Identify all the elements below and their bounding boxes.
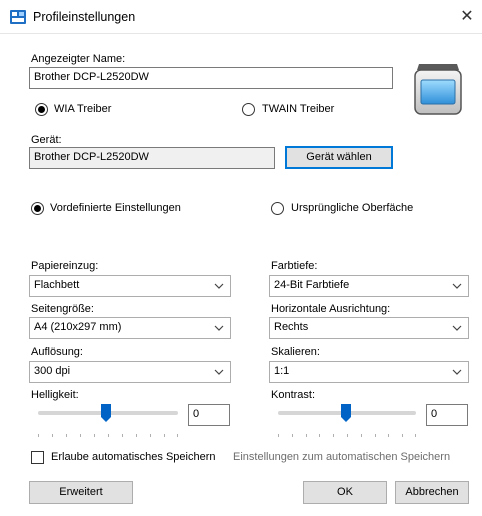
original-interface-radio[interactable] (271, 202, 284, 215)
color-depth-label: Farbtiefe: (271, 260, 318, 272)
wia-driver-label: WIA Treiber (54, 103, 112, 115)
chevron-down-icon (452, 325, 462, 331)
page-size-value: A4 (210x297 mm) (34, 321, 122, 333)
advanced-button[interactable]: Erweitert (29, 481, 133, 504)
close-icon[interactable]: ✕ (456, 6, 478, 28)
chevron-down-icon (214, 369, 224, 375)
title-bar: Profileinstellungen ✕ (0, 0, 482, 34)
scanner-app-icon (10, 10, 26, 24)
scale-select[interactable]: 1:1 (269, 361, 469, 383)
paper-source-label: Papiereinzug: (31, 260, 99, 272)
device-label: Gerät: (31, 134, 62, 146)
twain-driver-label: TWAIN Treiber (262, 103, 335, 115)
horizontal-align-value: Rechts (274, 321, 309, 333)
resolution-value: 300 dpi (34, 365, 71, 377)
twain-driver-radio[interactable] (242, 103, 255, 116)
resolution-select[interactable]: 300 dpi (29, 361, 231, 383)
advanced-button-label: Erweitert (59, 486, 103, 498)
predefined-settings-radio[interactable] (31, 202, 44, 215)
select-device-button[interactable]: Gerät wählen (285, 146, 393, 169)
horizontal-align-label: Horizontale Ausrichtung: (271, 303, 391, 315)
ok-button[interactable]: OK (303, 481, 387, 504)
display-name-label: Angezeigter Name: (31, 53, 126, 65)
scanner-icon (414, 64, 462, 115)
paper-source-select[interactable]: Flachbett (29, 275, 231, 297)
autosave-label: Erlaube automatisches Speichern (51, 451, 216, 463)
scale-value: 1:1 (274, 365, 290, 377)
device-field: Brother DCP-L2520DW (29, 147, 275, 169)
chevron-down-icon (214, 325, 224, 331)
brightness-value-input[interactable]: 0 (188, 404, 230, 426)
predefined-settings-label: Vordefinierte Einstellungen (50, 202, 181, 214)
contrast-value-input[interactable]: 0 (426, 404, 468, 426)
display-name-input[interactable]: Brother DCP-L2520DW (29, 67, 393, 89)
horizontal-align-select[interactable]: Rechts (269, 317, 469, 339)
original-interface-label: Ursprüngliche Oberfäche (291, 202, 414, 214)
color-depth-select[interactable]: 24-Bit Farbtiefe (269, 275, 469, 297)
page-size-select[interactable]: A4 (210x297 mm) (29, 317, 231, 339)
scale-label: Skalieren: (271, 346, 320, 358)
window-title: Profileinstellungen (33, 10, 136, 24)
contrast-ticks (278, 434, 416, 437)
page-size-label: Seitengröße: (31, 303, 94, 315)
wia-driver-radio[interactable] (35, 103, 48, 116)
paper-source-value: Flachbett (34, 279, 80, 291)
brightness-label: Helligkeit: (31, 389, 79, 401)
color-depth-value: 24-Bit Farbtiefe (274, 279, 350, 291)
brightness-ticks (38, 434, 178, 437)
cancel-button-label: Abbrechen (405, 486, 459, 498)
chevron-down-icon (452, 369, 462, 375)
contrast-label: Kontrast: (271, 389, 316, 401)
autosave-checkbox[interactable] (31, 451, 44, 464)
brightness-slider-thumb[interactable] (101, 404, 111, 422)
chevron-down-icon (214, 283, 224, 289)
resolution-label: Auflösung: (31, 346, 83, 358)
ok-button-label: OK (337, 486, 353, 498)
contrast-slider-thumb[interactable] (341, 404, 351, 422)
autosave-settings-link[interactable]: Einstellungen zum automatischen Speicher… (233, 451, 450, 463)
chevron-down-icon (452, 283, 462, 289)
cancel-button[interactable]: Abbrechen (395, 481, 469, 504)
